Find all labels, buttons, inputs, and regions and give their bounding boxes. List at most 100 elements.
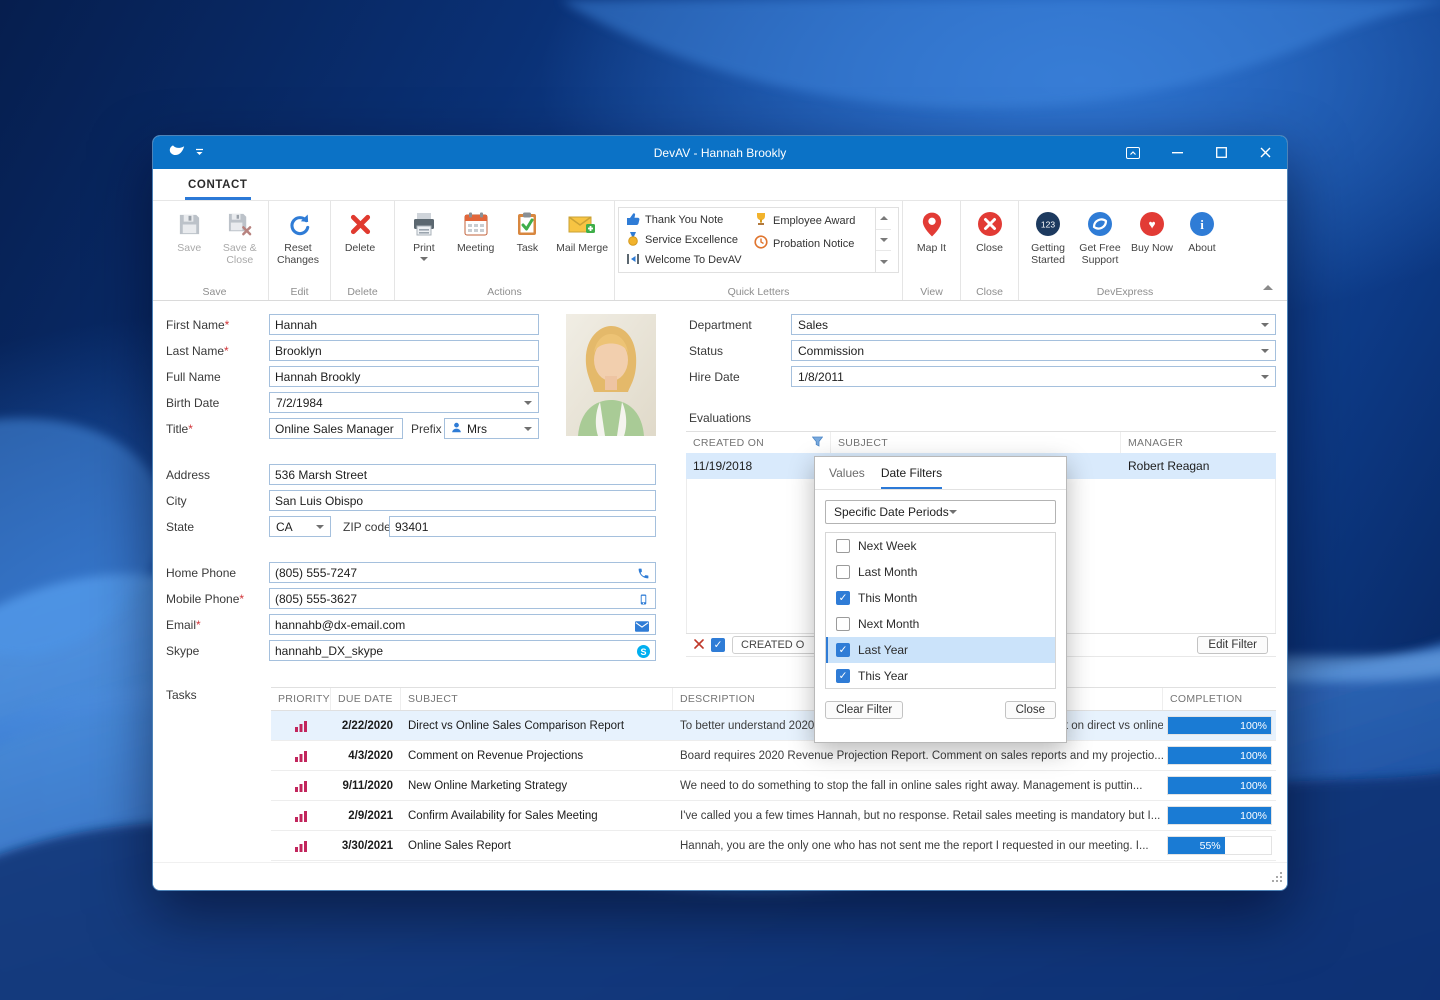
mail-merge-icon xyxy=(568,209,596,239)
task-row[interactable]: 4/3/2020 Comment on Revenue Projections … xyxy=(271,741,1276,771)
column-priority[interactable]: PRIORITY xyxy=(271,688,331,710)
skype-input[interactable] xyxy=(269,640,656,661)
column-manager[interactable]: MANAGER xyxy=(1121,432,1276,454)
chevron-down-icon xyxy=(949,510,957,514)
minimize-button[interactable] xyxy=(1155,136,1199,169)
ribbon-display-options-button[interactable] xyxy=(1111,136,1155,169)
print-button[interactable]: Print xyxy=(398,204,450,261)
phone-icon xyxy=(635,565,651,581)
task-row[interactable]: 2/9/2021 Confirm Availability for Sales … xyxy=(271,801,1276,831)
email-input[interactable] xyxy=(269,614,656,635)
clear-filter-button[interactable]: Clear Filter xyxy=(825,701,903,719)
option-next-month[interactable]: Next Month xyxy=(826,611,1055,637)
zip-input[interactable] xyxy=(389,516,656,537)
date-period-combo[interactable]: Specific Date Periods xyxy=(825,500,1056,524)
svg-text:S: S xyxy=(640,646,646,656)
quick-letter-welcome[interactable]: Welcome To DevAV xyxy=(621,252,745,269)
mail-merge-button[interactable]: Mail Merge xyxy=(553,204,611,254)
quick-access-dropdown-icon[interactable] xyxy=(195,146,204,160)
column-task-subject[interactable]: SUBJECT xyxy=(401,688,673,710)
column-created-on[interactable]: CREATED ON xyxy=(686,432,831,454)
home-phone-input[interactable] xyxy=(269,562,656,583)
svg-text:i: i xyxy=(1200,217,1204,232)
print-dropdown-icon xyxy=(420,257,428,261)
meeting-button[interactable]: Meeting xyxy=(450,204,502,254)
hire-date-combo[interactable]: 1/8/2011 xyxy=(791,366,1276,387)
option-this-year[interactable]: This Year xyxy=(826,663,1055,689)
title-label: Title* xyxy=(166,422,193,436)
close-popup-button[interactable]: Close xyxy=(1005,701,1056,719)
department-combo[interactable]: Sales xyxy=(791,314,1276,335)
tab-contact[interactable]: CONTACT xyxy=(185,172,251,200)
edit-filter-button[interactable]: Edit Filter xyxy=(1197,636,1268,654)
task-button[interactable]: Task xyxy=(502,204,554,254)
about-button[interactable]: i About xyxy=(1178,204,1226,254)
chevron-down-icon xyxy=(524,401,532,405)
meeting-icon xyxy=(463,209,489,239)
checkbox[interactable] xyxy=(836,565,850,579)
tab-date-filters[interactable]: Date Filters xyxy=(881,466,942,489)
save-button[interactable]: Save xyxy=(164,204,215,254)
quick-letters-scroll-up-button[interactable] xyxy=(876,208,891,230)
quick-letter-thank-you-note[interactable]: Thank You Note xyxy=(621,212,745,229)
buy-now-button[interactable]: ♥ Buy Now xyxy=(1126,204,1178,254)
titlebar[interactable]: DevAV - Hannah Brookly xyxy=(153,136,1287,169)
save-icon xyxy=(177,209,202,239)
prefix-combo[interactable]: Mrs xyxy=(444,418,539,439)
maximize-button[interactable] xyxy=(1199,136,1243,169)
status-combo[interactable]: Commission xyxy=(791,340,1276,361)
option-last-year[interactable]: Last Year xyxy=(826,637,1055,663)
delete-button[interactable]: Delete xyxy=(334,204,386,254)
task-row[interactable]: 9/11/2020 New Online Marketing Strategy … xyxy=(271,771,1276,801)
checkbox[interactable] xyxy=(836,669,850,683)
support-icon xyxy=(1087,209,1113,239)
column-due-date[interactable]: DUE DATE xyxy=(331,688,401,710)
reset-changes-button[interactable]: Reset Changes xyxy=(272,204,324,266)
quick-letter-employee-award[interactable]: Employee Award xyxy=(749,212,873,229)
resize-grip[interactable] xyxy=(1272,872,1283,886)
checkbox[interactable] xyxy=(836,617,850,631)
filter-funnel-icon[interactable] xyxy=(812,436,823,450)
mobile-phone-input[interactable] xyxy=(269,588,656,609)
completion-bar: 100% xyxy=(1167,716,1272,735)
get-free-support-button[interactable]: Get Free Support xyxy=(1074,204,1126,266)
column-completion[interactable]: COMPLETION xyxy=(1163,688,1276,710)
quick-letters-more-button[interactable] xyxy=(876,251,891,272)
checkbox[interactable] xyxy=(836,539,850,553)
priority-bars-icon xyxy=(271,809,331,822)
about-icon: i xyxy=(1189,209,1215,239)
filter-enabled-checkbox[interactable] xyxy=(711,638,725,652)
column-subject[interactable]: SUBJECT xyxy=(831,432,1121,454)
state-combo[interactable]: CA xyxy=(269,516,331,537)
task-subject: Online Sales Report xyxy=(401,840,673,852)
close-window-button[interactable] xyxy=(1243,136,1287,169)
full-name-input[interactable] xyxy=(269,366,539,387)
option-next-week[interactable]: Next Week xyxy=(826,533,1055,559)
ribbon-group-quick-letters: Thank You Note Service Excellence Welcom… xyxy=(615,201,903,300)
address-input[interactable] xyxy=(269,464,656,485)
skype-icon: S xyxy=(635,643,651,659)
birth-date-combo[interactable]: 7/2/1984 xyxy=(269,392,539,413)
option-last-month[interactable]: Last Month xyxy=(826,559,1055,585)
task-description: I've called you a few times Hannah, but … xyxy=(673,810,1163,822)
task-row[interactable]: 2/22/2020 Direct vs Online Sales Compari… xyxy=(271,711,1276,741)
checkbox[interactable] xyxy=(836,643,850,657)
task-row[interactable]: 3/30/2021 Online Sales Report Hannah, yo… xyxy=(271,831,1276,861)
clear-filter-x-icon[interactable] xyxy=(694,638,704,652)
checkbox[interactable] xyxy=(836,591,850,605)
option-this-month[interactable]: This Month xyxy=(826,585,1055,611)
tab-values[interactable]: Values xyxy=(829,466,865,489)
close-record-button[interactable]: Close xyxy=(964,204,1015,254)
city-input[interactable] xyxy=(269,490,656,511)
last-name-input[interactable] xyxy=(269,340,539,361)
title-input[interactable] xyxy=(269,418,403,439)
completion-bar: 100% xyxy=(1167,746,1272,765)
getting-started-button[interactable]: 123 Getting Started xyxy=(1022,204,1074,266)
first-name-input[interactable] xyxy=(269,314,539,335)
ribbon-collapse-button[interactable] xyxy=(1263,285,1273,290)
save-and-close-button[interactable]: Save & Close xyxy=(215,204,266,266)
map-it-button[interactable]: Map It xyxy=(906,204,957,254)
quick-letter-probation-notice[interactable]: Probation Notice xyxy=(749,235,873,252)
quick-letters-scroll-down-button[interactable] xyxy=(876,230,891,252)
quick-letter-service-excellence[interactable]: Service Excellence xyxy=(621,232,745,249)
